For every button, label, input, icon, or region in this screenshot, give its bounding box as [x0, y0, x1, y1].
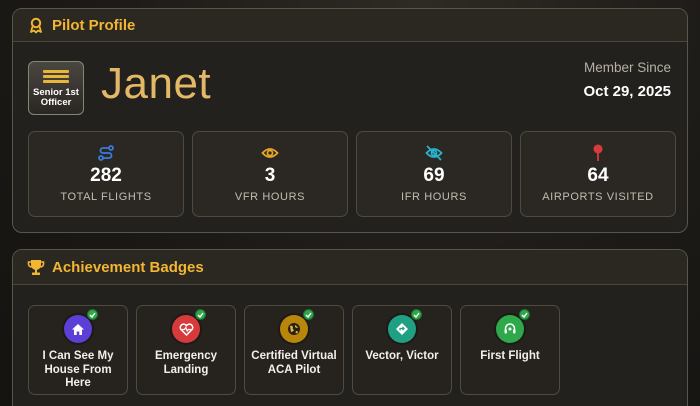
pilot-profile-header: Pilot Profile [13, 9, 687, 42]
check-icon [411, 309, 422, 320]
stat-label: VFR HOURS [234, 191, 306, 203]
stat-label: AIRPORTS VISITED [542, 191, 654, 203]
house-icon [64, 309, 98, 343]
stat-card-airports-visited: 64 AIRPORTS VISITED [520, 131, 676, 217]
stats-row: 282 TOTAL FLIGHTS 3 VFR HOURS 69 IFR HOU… [28, 131, 676, 217]
pilot-profile-title: Pilot Profile [52, 16, 136, 34]
badge-card[interactable]: Certified Virtual ACA Pilot [244, 305, 344, 395]
headset-icon [496, 309, 530, 343]
badge-card[interactable]: First Flight [460, 305, 560, 395]
stat-value: 3 [264, 165, 276, 186]
badges-grid: I Can See My House From Here Emergency L… [28, 305, 560, 395]
badge-card[interactable]: Vector, Victor [352, 305, 452, 395]
trophy-icon [27, 258, 45, 276]
badge-name: Vector, Victor [365, 350, 439, 362]
badge-card[interactable]: Emergency Landing [136, 305, 236, 395]
stat-label: IFR HOURS [401, 191, 467, 203]
badge-card[interactable]: I Can See My House From Here [28, 305, 128, 395]
stat-card-ifr-hours: 69 IFR HOURS [356, 131, 512, 217]
medal-icon [27, 16, 45, 34]
check-icon [303, 309, 314, 320]
stat-value: 64 [587, 165, 609, 186]
stat-value: 282 [90, 165, 122, 186]
badge-name: I Can See My House From Here [42, 350, 114, 389]
check-icon [519, 309, 530, 320]
rank-bars-icon [43, 70, 69, 85]
eye-icon [261, 144, 279, 162]
map-pin-icon [592, 144, 604, 162]
eye-slash-icon [425, 144, 443, 162]
rank-insignia: Senior 1st Officer [28, 61, 84, 115]
badge-name: Emergency Landing [154, 350, 217, 376]
achievement-badges-header: Achievement Badges [13, 250, 687, 285]
stat-value: 69 [423, 165, 445, 186]
rank-label: Senior 1st Officer [33, 87, 79, 108]
stat-label: TOTAL FLIGHTS [60, 191, 152, 203]
member-since-date: Oct 29, 2025 [583, 83, 671, 100]
globe-icon [280, 309, 314, 343]
pilot-name: Janet [101, 59, 212, 108]
badge-name: First Flight [480, 350, 540, 362]
diamond-arrow-icon [388, 309, 422, 343]
check-icon [195, 309, 206, 320]
pilot-profile-panel: Pilot Profile Senior 1st Officer Janet M… [12, 8, 688, 233]
achievement-badges-title: Achievement Badges [52, 258, 204, 276]
stat-card-vfr-hours: 3 VFR HOURS [192, 131, 348, 217]
check-icon [87, 309, 98, 320]
heart-pulse-icon [172, 309, 206, 343]
achievement-badges-panel: Achievement Badges I Can See My House Fr… [12, 249, 688, 406]
route-icon [97, 144, 115, 162]
stat-card-total-flights: 282 TOTAL FLIGHTS [28, 131, 184, 217]
member-since-label: Member Since [583, 60, 671, 75]
badge-name: Certified Virtual ACA Pilot [251, 350, 337, 376]
